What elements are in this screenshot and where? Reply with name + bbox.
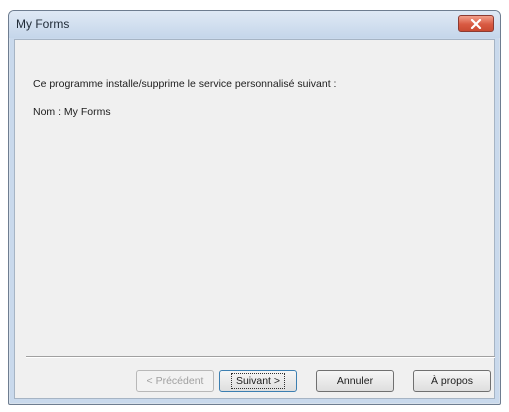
next-button-label: Suivant > <box>230 373 286 389</box>
close-icon <box>470 18 482 29</box>
cancel-button[interactable]: Annuler <box>316 370 394 392</box>
about-button[interactable]: À propos <box>413 370 491 392</box>
button-separator <box>26 356 495 358</box>
install-message: Ce programme installe/supprime le servic… <box>33 78 337 90</box>
previous-button-label: < Précédent <box>146 375 204 387</box>
next-button[interactable]: Suivant > <box>219 370 297 392</box>
dialog-body: Ce programme installe/supprime le servic… <box>14 39 495 399</box>
dialog-window: My Forms Ce programme installe/supprime … <box>8 10 501 405</box>
about-button-label: À propos <box>430 375 474 387</box>
service-name-label: Nom : My Forms <box>33 106 111 118</box>
title-bar[interactable]: My Forms <box>9 11 500 38</box>
close-button[interactable] <box>458 15 494 32</box>
window-title: My Forms <box>16 17 70 31</box>
previous-button[interactable]: < Précédent <box>136 370 214 392</box>
cancel-button-label: Annuler <box>336 375 374 387</box>
